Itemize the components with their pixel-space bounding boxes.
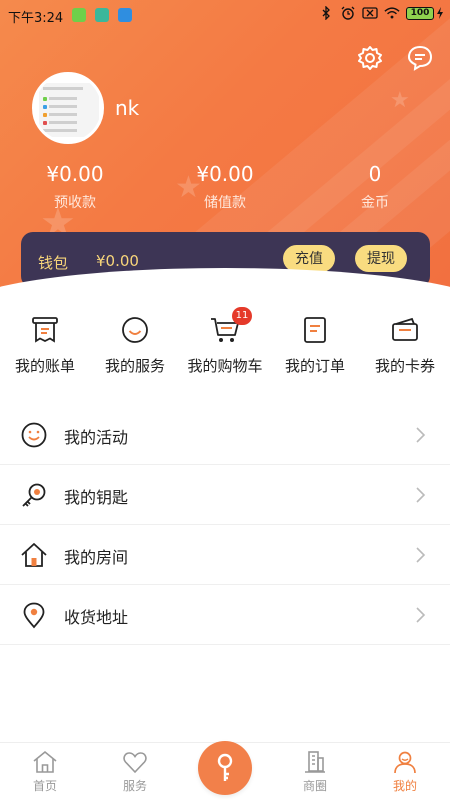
- stat-prepaid[interactable]: ¥0.00 预收款: [0, 162, 150, 212]
- nav-label: 服务: [122, 779, 147, 793]
- quick-access-row: 我的账单 我的服务 我的购物车 我的订单 我的卡券: [0, 310, 450, 390]
- smile-icon: [120, 315, 150, 345]
- quick-label: 我的订单: [284, 357, 345, 375]
- battery-icon: 100: [406, 6, 444, 20]
- recharge-button[interactable]: 充值: [283, 245, 335, 272]
- list-item-key[interactable]: 我的钥匙: [0, 465, 450, 525]
- location-pin-icon: [20, 601, 48, 629]
- order-icon: [300, 315, 330, 345]
- app-notification-icon: [118, 8, 132, 22]
- stat-value: ¥0.00: [196, 162, 254, 186]
- quick-label: 我的账单: [14, 357, 75, 375]
- chevron-right-icon: [414, 487, 426, 503]
- coupon-icon: [390, 315, 420, 345]
- list-item-activity[interactable]: 我的活动: [0, 405, 450, 465]
- list-item-room[interactable]: 我的房间: [0, 525, 450, 585]
- nav-business[interactable]: 商圈: [270, 743, 360, 794]
- building-icon: [302, 749, 328, 775]
- cart-count-badge: 11: [232, 307, 252, 325]
- quick-item-cart[interactable]: 我的购物车: [180, 310, 270, 376]
- settings-gear-icon[interactable]: [356, 44, 384, 72]
- wallet-label: 钱包: [38, 254, 69, 272]
- withdraw-button[interactable]: 提现: [355, 245, 407, 272]
- profile-header: ★ ★ ★ 下午3:24 100 nk ¥0.00 预收款 ¥0.00 储值款 …: [0, 0, 450, 290]
- chevron-right-icon: [414, 427, 426, 443]
- stat-label: 金币: [361, 195, 389, 211]
- list-label: 我的钥匙: [64, 488, 129, 507]
- status-bar: 下午3:24 100: [0, 0, 450, 30]
- alarm-icon: [340, 6, 356, 20]
- quick-item-service[interactable]: 我的服务: [90, 310, 180, 376]
- app-notification-icon: [95, 8, 109, 22]
- quick-item-bill[interactable]: 我的账单: [0, 310, 90, 376]
- heart-icon: [122, 749, 148, 775]
- nav-label: 首页: [32, 779, 57, 793]
- quick-label: 我的服务: [104, 357, 165, 375]
- activity-face-icon: [20, 421, 48, 449]
- list-label: 我的活动: [64, 428, 129, 447]
- quick-label: 我的购物车: [187, 357, 263, 375]
- wallet-balance: ¥0.00: [96, 252, 139, 270]
- house-icon: [20, 541, 48, 569]
- person-icon: [392, 749, 418, 775]
- stat-value: ¥0.00: [46, 162, 104, 186]
- bill-icon: [30, 315, 60, 345]
- center-key-button[interactable]: [198, 741, 252, 795]
- list-item-address[interactable]: 收货地址: [0, 585, 450, 645]
- stat-label: 预收款: [54, 195, 96, 211]
- stat-value: 0: [368, 162, 382, 186]
- nav-home[interactable]: 首页: [0, 743, 90, 794]
- home-icon: [32, 749, 58, 775]
- quick-item-order[interactable]: 我的订单: [270, 310, 360, 376]
- message-icon[interactable]: [406, 44, 434, 72]
- quick-label: 我的卡券: [374, 357, 435, 375]
- wifi-icon: [384, 6, 400, 20]
- list-label: 我的房间: [64, 548, 129, 567]
- username[interactable]: nk: [115, 96, 139, 120]
- wechat-icon: [72, 8, 86, 22]
- nav-label: 商圈: [302, 779, 327, 793]
- chevron-right-icon: [414, 607, 426, 623]
- list-label: 收货地址: [64, 608, 129, 627]
- sim-icon: [362, 6, 378, 20]
- key-icon: [20, 481, 48, 509]
- status-time: 下午3:24: [8, 11, 64, 26]
- nav-mine[interactable]: 我的: [360, 743, 450, 794]
- chevron-right-icon: [414, 547, 426, 563]
- nav-service[interactable]: 服务: [90, 743, 180, 794]
- avatar[interactable]: [32, 72, 104, 144]
- menu-list: 我的活动 我的钥匙 我的房间 收货地址: [0, 405, 450, 645]
- nav-label: 我的: [392, 779, 417, 793]
- stat-coins[interactable]: 0 金币: [300, 162, 450, 212]
- star-decoration: ★: [390, 88, 410, 113]
- stat-label: 储值款: [204, 195, 246, 211]
- quick-item-coupon[interactable]: 我的卡券: [360, 310, 450, 376]
- stat-stored-value[interactable]: ¥0.00 储值款: [150, 162, 300, 212]
- key-center-icon: [217, 753, 233, 781]
- bluetooth-icon: [318, 6, 334, 20]
